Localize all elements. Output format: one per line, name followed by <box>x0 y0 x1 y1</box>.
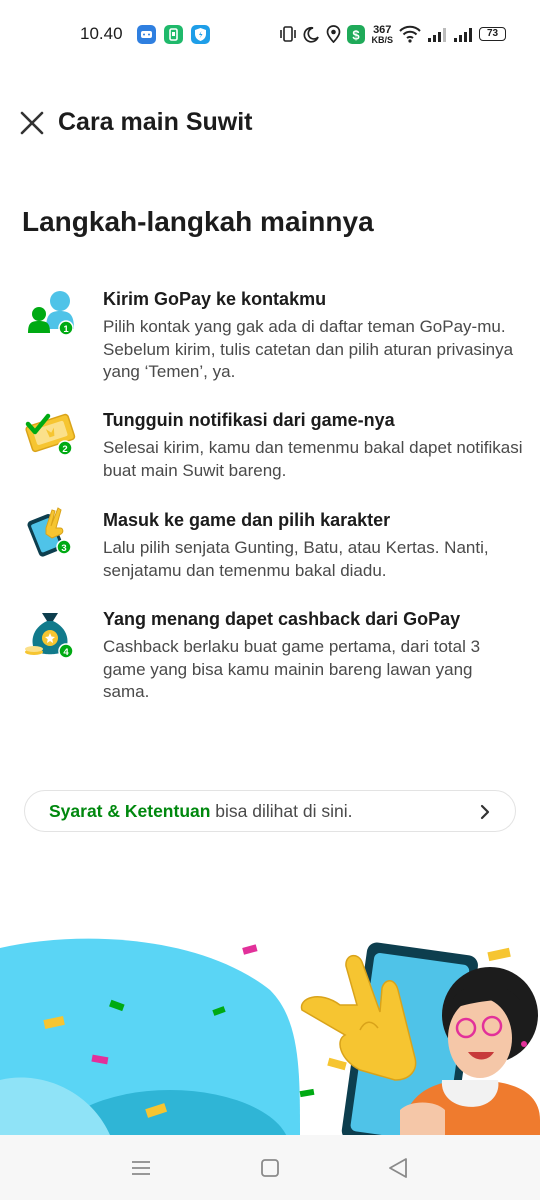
close-icon[interactable] <box>19 110 45 136</box>
status-right: $ 367 KB/S 73 <box>279 22 506 46</box>
celebration-illustration <box>0 938 540 1135</box>
home-icon[interactable] <box>257 1155 283 1181</box>
header: Cara main Suwit <box>0 100 540 146</box>
step-3-badge: 3 <box>61 543 66 554</box>
step-2-description: Selesai kirim, kamu dan temenmu bakal da… <box>103 438 523 480</box>
location-icon <box>327 25 341 43</box>
terms-rest-text: bisa dilihat di sini. <box>210 801 353 821</box>
contacts-icon: 1 <box>28 291 74 336</box>
ticket-icon: 2 <box>25 413 76 456</box>
step-1-title: Kirim GoPay ke kontakmu <box>103 289 327 309</box>
do-not-disturb-icon <box>303 26 320 43</box>
money-bag-icon: 4 <box>25 613 74 659</box>
phone-app-icon <box>164 25 183 44</box>
status-time: 10.40 <box>80 24 123 43</box>
signal-icon <box>428 28 446 42</box>
signal-icon-2 <box>454 28 472 42</box>
step-4-description: Cashback berlaku buat game pertama, dari… <box>103 637 481 701</box>
section-title: Langkah-langkah mainnya <box>22 206 374 237</box>
nav-bar <box>0 1135 540 1200</box>
step-2: 2 Tungguin notifikasi dari game-nya Sele… <box>0 410 540 480</box>
terms-link[interactable]: Syarat & Ketentuan <box>49 801 210 821</box>
terms-text: Syarat & Ketentuan bisa dilihat di sini. <box>49 801 352 822</box>
chevron-right-icon <box>480 804 490 820</box>
step-2-badge: 2 <box>62 444 67 455</box>
step-3-description: Lalu pilih senjata Gunting, Batu, atau K… <box>103 538 489 580</box>
svg-text:$: $ <box>353 27 361 42</box>
step-1: 1 Kirim GoPay ke kontakmu Pilih kontak y… <box>0 289 540 381</box>
step-4-badge: 4 <box>63 647 69 658</box>
step-4-title: Yang menang dapet cashback dari GoPay <box>103 609 461 629</box>
network-speed-value: 367 <box>373 23 392 36</box>
page-title: Cara main Suwit <box>58 108 253 136</box>
step-1-description: Pilih kontak yang gak ada di daftar tema… <box>103 317 514 381</box>
back-icon[interactable] <box>385 1155 411 1181</box>
step-3-title: Masuk ke game dan pilih karakter <box>103 510 391 530</box>
step-1-badge: 1 <box>63 324 69 335</box>
step-4: 4 Yang menang dapet cashback dari GoPay … <box>0 609 540 704</box>
bluetooth-app-icon <box>137 25 156 44</box>
menu-icon[interactable] <box>128 1155 154 1181</box>
step-3: 3 Masuk ke game dan pilih karakter Lalu … <box>0 507 540 580</box>
status-bar: 10.40 $ 367 KB/S 73 <box>0 0 540 68</box>
battery-icon: 73 <box>479 27 506 41</box>
wifi-icon <box>399 25 421 43</box>
step-2-title: Tungguin notifikasi dari game-nya <box>103 410 395 430</box>
terms-button[interactable]: Syarat & Ketentuan bisa dilihat di sini. <box>24 790 516 832</box>
money-app-icon: $ <box>347 24 366 44</box>
vibrate-icon <box>280 26 297 42</box>
network-speed: 367 KB/S <box>371 23 393 45</box>
network-speed-unit: KB/S <box>371 34 393 45</box>
phone-hand-icon: 3 <box>27 507 72 557</box>
shield-app-icon <box>191 25 210 44</box>
